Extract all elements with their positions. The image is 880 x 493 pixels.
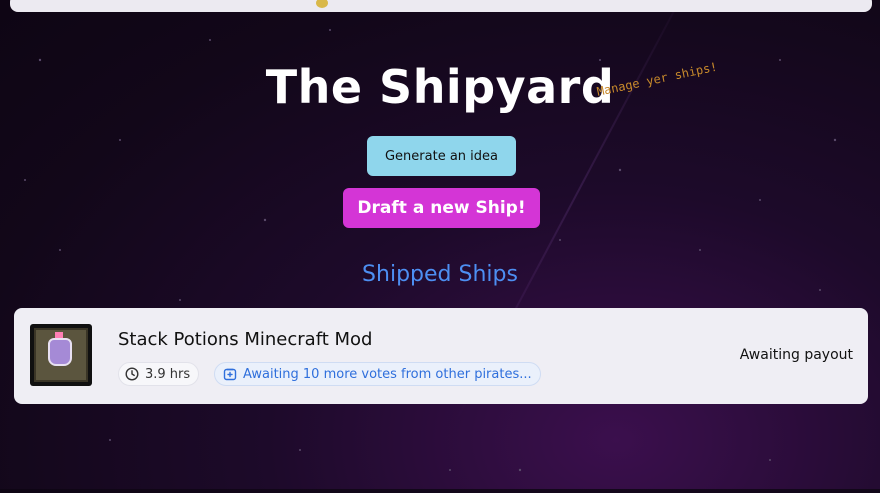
generate-idea-button[interactable]: Generate an idea	[367, 136, 516, 176]
hours-badge: 3.9 hrs	[118, 362, 200, 386]
payout-status: Awaiting payout	[739, 347, 853, 363]
shipped-ships-heading: Shipped Ships	[362, 262, 518, 287]
top-navigation-bar	[10, 0, 872, 12]
ballot-box-icon	[223, 367, 237, 381]
ship-card[interactable]: Stack Potions Minecraft Mod 3.9 hrs Awai…	[14, 308, 868, 404]
ship-title: Stack Potions Minecraft Mod	[118, 329, 373, 350]
ship-thumbnail	[30, 324, 92, 386]
votes-status-text: Awaiting 10 more votes from other pirate…	[243, 366, 532, 382]
clock-icon	[125, 367, 139, 381]
potion-icon	[48, 338, 72, 366]
draft-ship-button[interactable]: Draft a new Ship!	[343, 188, 540, 228]
votes-status-badge: Awaiting 10 more votes from other pirate…	[214, 362, 541, 386]
hours-value: 3.9 hrs	[145, 366, 191, 382]
coin-icon	[316, 0, 328, 8]
page-title: The Shipyard	[265, 60, 615, 114]
